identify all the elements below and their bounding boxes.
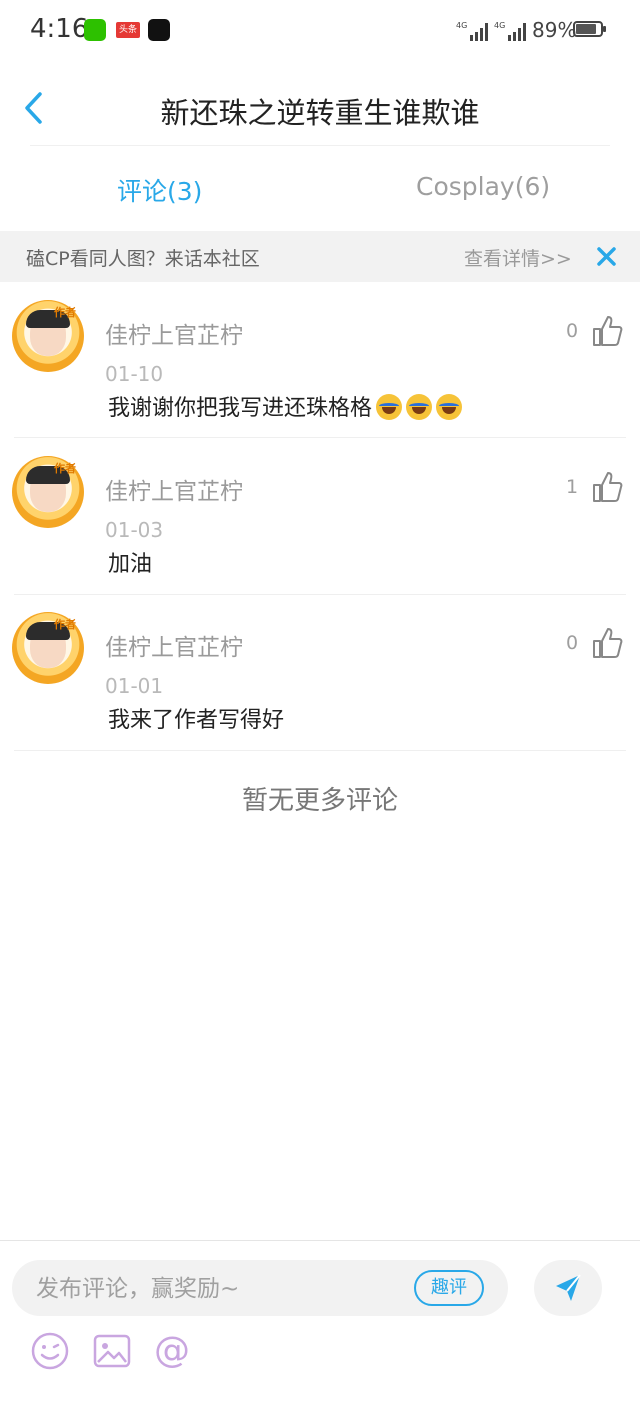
status-time: 4:16: [30, 14, 89, 44]
comment-text: 我来了作者写得好: [108, 708, 285, 733]
header: 新还珠之逆转重生谁欺谁: [0, 70, 640, 146]
like-count: 1: [566, 476, 579, 498]
status-bar: 4:16 头条 4G 4G 89%: [0, 0, 640, 60]
svg-text:@: @: [154, 1331, 190, 1371]
comment-input-box: 趣评: [12, 1260, 508, 1316]
quping-button[interactable]: 趣评: [414, 1270, 484, 1306]
divider: [14, 437, 626, 438]
header-divider: [30, 145, 610, 146]
banner-details-link[interactable]: 查看详情>>: [464, 244, 572, 271]
comment-text: 加油: [108, 552, 153, 577]
emoji-icon[interactable]: [30, 1331, 70, 1371]
divider: [14, 594, 626, 595]
thumbs-up-icon[interactable]: [590, 470, 624, 504]
comment-input[interactable]: [34, 1268, 398, 1310]
battery-level: [576, 24, 596, 34]
laughing-emoji-icon: [406, 394, 433, 420]
send-icon: [556, 1274, 581, 1301]
svg-text:4G: 4G: [456, 21, 467, 30]
no-more-comments: 暂无更多评论: [241, 786, 398, 816]
avatar[interactable]: 作者: [12, 300, 84, 372]
signal-icon: 4G: [456, 21, 488, 41]
comment-item: 作者 佳柠上官芷柠 0 01-01 我来了作者写得好: [0, 602, 640, 758]
author-badge: 作者: [54, 306, 76, 319]
comment-item: 作者 佳柠上官芷柠 1 01-03 加油: [0, 446, 640, 602]
tab-comments[interactable]: 评论(3): [117, 172, 202, 208]
like-count: 0: [566, 320, 579, 342]
laughing-emoji-icon: [376, 394, 403, 420]
thumbs-up-icon[interactable]: [590, 314, 624, 348]
battery-icon: [573, 21, 606, 37]
comment-composer: 趣评 @: [0, 1240, 640, 1423]
comment-date: 01-10: [105, 362, 164, 386]
comment-author[interactable]: 佳柠上官芷柠: [105, 472, 243, 506]
image-icon[interactable]: [92, 1331, 132, 1371]
comment-author[interactable]: 佳柠上官芷柠: [105, 316, 243, 350]
at-icon[interactable]: @: [152, 1331, 192, 1371]
signal-icon-2: 4G: [494, 21, 526, 41]
toutiao-icon: 头条: [116, 22, 140, 38]
like-count: 0: [566, 632, 579, 654]
wechat-icon: [84, 19, 106, 41]
tab-bar: 评论(3) Cosplay(6): [0, 160, 640, 220]
author-badge: 作者: [54, 618, 76, 631]
send-button[interactable]: [534, 1260, 602, 1316]
avatar[interactable]: 作者: [12, 456, 84, 528]
comment-date: 01-03: [105, 518, 164, 542]
avatar[interactable]: 作者: [12, 612, 84, 684]
svg-text:4G: 4G: [494, 21, 505, 30]
battery-percent: 89%: [532, 18, 577, 42]
close-icon[interactable]: [596, 243, 618, 269]
laughing-emoji-icon: [436, 394, 463, 420]
author-badge: 作者: [54, 462, 76, 475]
comment-date: 01-01: [105, 674, 164, 698]
comment-author[interactable]: 佳柠上官芷柠: [105, 628, 243, 662]
promo-banner: 磕CP看同人图？来话本社区 查看详情>>: [0, 231, 640, 282]
tab-cosplay[interactable]: Cosplay(6): [416, 172, 550, 201]
page-title: 新还珠之逆转重生谁欺谁: [160, 96, 480, 130]
comment-item: 作者 佳柠上官芷柠 0 01-10 我谢谢你把我写进还珠格格: [0, 290, 640, 446]
tiktok-icon: [148, 19, 170, 41]
comment-text: 我谢谢你把我写进还珠格格: [108, 396, 373, 421]
banner-text: 磕CP看同人图？来话本社区: [26, 248, 260, 270]
comment-body: 我谢谢你把我写进还珠格格: [108, 390, 463, 422]
thumbs-up-icon[interactable]: [590, 626, 624, 660]
divider: [14, 750, 626, 751]
